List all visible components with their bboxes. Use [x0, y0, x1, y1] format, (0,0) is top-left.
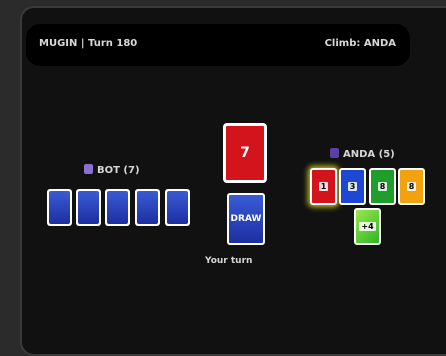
- player-name: ANDA (5): [343, 149, 395, 160]
- draw-label: DRAW: [230, 214, 262, 224]
- draw-pile-button[interactable]: DRAW: [227, 193, 265, 245]
- player-card[interactable]: 8: [369, 168, 396, 205]
- opponent-card: [76, 189, 101, 226]
- player-card[interactable]: 3: [339, 168, 366, 205]
- opponent-card: [47, 189, 72, 226]
- player-avatar-icon: [330, 148, 339, 158]
- player-card[interactable]: 8: [398, 168, 425, 205]
- opponent-card: [135, 189, 160, 226]
- opponent-card: [105, 189, 130, 226]
- discard-pile-card: 7: [223, 123, 267, 183]
- player-label: ANDA (5): [330, 148, 395, 160]
- status-bar: MUGIN | Turn 180 Climb: ANDA: [26, 24, 410, 66]
- opponent-avatar-icon: [84, 164, 93, 174]
- game-info: MUGIN | Turn 180: [39, 38, 138, 49]
- current-player: Climb: ANDA: [324, 38, 396, 49]
- discard-value: 7: [240, 145, 250, 161]
- opponent-label: BOT (7): [84, 164, 140, 176]
- opponent-card: [165, 189, 190, 226]
- opponent-name: BOT (7): [97, 165, 140, 176]
- turn-status: Your turn: [205, 256, 253, 266]
- player-card[interactable]: 1: [310, 168, 337, 205]
- player-card[interactable]: +4: [354, 208, 381, 245]
